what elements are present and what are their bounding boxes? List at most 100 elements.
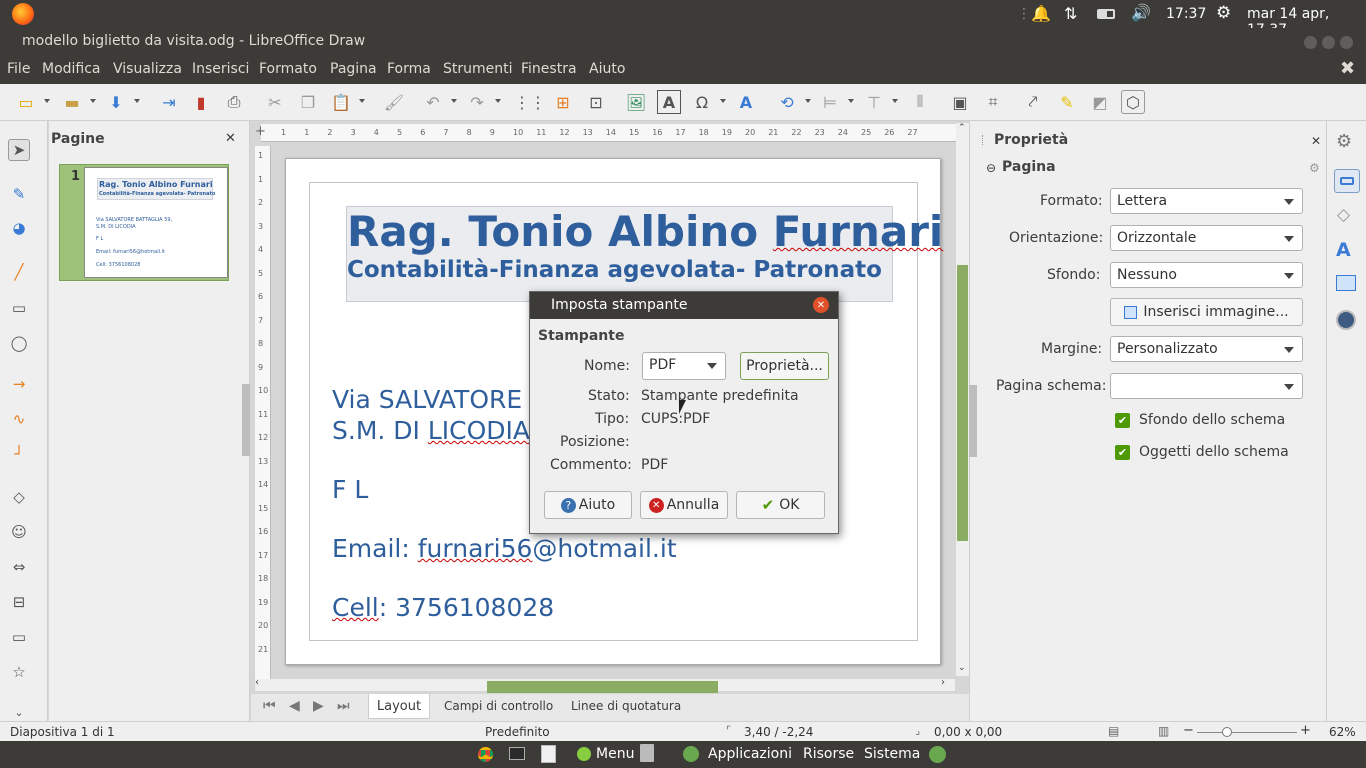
- sidebar-settings-icon[interactable]: ⚙: [1336, 131, 1352, 152]
- volume-icon[interactable]: 🔊: [1131, 3, 1151, 22]
- firefox-icon[interactable]: [12, 3, 34, 25]
- zoom-slider-handle[interactable]: [1222, 727, 1232, 737]
- shapes-deck-icon[interactable]: ◇: [1337, 205, 1350, 225]
- undo-icon[interactable]: ↶: [421, 90, 445, 114]
- master-page-select[interactable]: [1110, 373, 1303, 399]
- copy-icon[interactable]: ❐: [296, 90, 320, 114]
- system-status-icon[interactable]: [929, 746, 946, 763]
- points-icon[interactable]: ⤤: [1021, 90, 1045, 114]
- stars-icon[interactable]: ☆: [8, 661, 30, 683]
- applications-icon[interactable]: [683, 746, 699, 762]
- notification-icon[interactable]: 🔔: [1031, 4, 1051, 23]
- save-icon[interactable]: ⬇: [104, 90, 128, 114]
- insert-image-button[interactable]: Inserisci immagine...: [1110, 298, 1303, 326]
- shadow-icon[interactable]: ▣: [948, 90, 972, 114]
- transformations-icon[interactable]: ⟲: [775, 90, 799, 114]
- select-icon[interactable]: ➤: [8, 139, 30, 161]
- clock-time[interactable]: 17:37: [1166, 6, 1206, 22]
- previous-page-icon[interactable]: ◀: [289, 698, 300, 714]
- close-sidebar-icon[interactable]: ✕: [1311, 134, 1321, 148]
- navigator-deck-icon[interactable]: [1336, 310, 1356, 330]
- distribute-icon[interactable]: ⫴: [908, 90, 932, 114]
- terminal-icon[interactable]: [509, 747, 525, 760]
- scroll-up-icon[interactable]: ⌃: [958, 123, 966, 133]
- background-select[interactable]: Nessuno: [1110, 262, 1303, 288]
- gallery-deck-icon[interactable]: [1336, 275, 1356, 291]
- card-name[interactable]: Rag. Tonio Albino Furnari: [347, 207, 943, 256]
- battery-icon[interactable]: [1097, 9, 1115, 19]
- settings-gear-icon[interactable]: ⚙: [1216, 3, 1231, 23]
- network-icon[interactable]: ⇅: [1064, 4, 1077, 23]
- flowchart-icon[interactable]: ⊟: [8, 591, 30, 613]
- tab-layout[interactable]: Layout: [368, 694, 430, 719]
- files-icon[interactable]: [541, 745, 556, 763]
- dialog-close-icon[interactable]: ✕: [813, 297, 829, 313]
- help-button[interactable]: ? Aiuto: [544, 491, 632, 519]
- scroll-down-icon[interactable]: ⌄: [958, 663, 966, 673]
- vertical-scrollbar[interactable]: ⌃ ⌄: [956, 123, 969, 676]
- mint-menu-icon[interactable]: [577, 747, 591, 761]
- show-draw-functions-icon[interactable]: ⬡: [1121, 90, 1145, 114]
- page-thumbnail[interactable]: 1 Rag. Tonio Albino Furnari Contabilità-…: [59, 164, 229, 281]
- callouts-icon[interactable]: ▭: [8, 626, 30, 648]
- format-select[interactable]: Lettera: [1110, 188, 1303, 214]
- tab-dimension-lines[interactable]: Linee di quotatura: [571, 699, 681, 713]
- menu-inserisci[interactable]: Inserisci: [192, 61, 249, 77]
- new-document-icon[interactable]: ▭: [14, 90, 38, 114]
- card-subtitle[interactable]: Contabilità-Finanza agevolata- Patronato: [347, 257, 882, 283]
- margin-select[interactable]: Personalizzato: [1110, 336, 1303, 362]
- arrange-icon[interactable]: ⊤: [862, 90, 886, 114]
- master-background-label[interactable]: Sfondo dello schema: [1139, 412, 1285, 428]
- line-color-icon[interactable]: ✎: [8, 183, 30, 205]
- curves-icon[interactable]: ∿: [8, 408, 30, 430]
- master-objects-label[interactable]: Oggetti dello schema: [1139, 444, 1289, 460]
- scroll-left-icon[interactable]: ‹: [255, 677, 259, 688]
- printer-name-select[interactable]: PDF: [642, 352, 726, 380]
- sidebar-grip[interactable]: [982, 135, 985, 145]
- card-email[interactable]: Email: furnari56@hotmail.it: [332, 534, 677, 563]
- scroll-right-icon[interactable]: ›: [941, 677, 945, 688]
- close-pages-panel-icon[interactable]: ✕: [225, 131, 236, 146]
- menu-pagina[interactable]: Pagina: [330, 61, 377, 77]
- clone-formatting-icon[interactable]: 🖌: [382, 90, 406, 114]
- ellipse-icon[interactable]: ◯: [8, 332, 30, 354]
- close-window-icon[interactable]: [1340, 36, 1353, 49]
- cut-icon[interactable]: ✂: [263, 90, 287, 114]
- rectangle-icon[interactable]: ▭: [8, 297, 30, 319]
- helplines-icon[interactable]: ⊞: [551, 90, 575, 114]
- right-pane-collapse-handle[interactable]: [969, 385, 977, 457]
- card-address-line1[interactable]: Via SALVATORE: [332, 385, 522, 414]
- master-objects-checkbox[interactable]: ✔: [1115, 445, 1130, 460]
- last-page-icon[interactable]: ⏭: [337, 698, 350, 714]
- close-document-icon[interactable]: ✖: [1340, 58, 1355, 79]
- document-modified-icon[interactable]: ▤: [1108, 724, 1119, 738]
- places-menu[interactable]: Risorse: [803, 746, 854, 762]
- section-title[interactable]: Pagina: [1002, 159, 1056, 175]
- zoom-in-icon[interactable]: +: [1300, 723, 1311, 738]
- fill-color-icon[interactable]: ◕: [8, 217, 30, 239]
- card-cell[interactable]: Cell: 3756108028: [332, 593, 554, 622]
- menu-formato[interactable]: Formato: [259, 61, 317, 77]
- master-background-checkbox[interactable]: ✔: [1115, 413, 1130, 428]
- lines-arrows-icon[interactable]: →: [8, 373, 30, 395]
- redo-icon[interactable]: ↷: [465, 90, 489, 114]
- collapse-section-icon[interactable]: ⊖: [986, 161, 996, 175]
- fontwork-icon[interactable]: A: [734, 90, 758, 114]
- insert-textbox-icon[interactable]: A: [657, 90, 681, 114]
- zoom-out-icon[interactable]: −: [1183, 723, 1194, 738]
- line-icon[interactable]: ╱: [8, 261, 30, 283]
- section-more-options-icon[interactable]: ⚙: [1309, 161, 1320, 175]
- card-fl[interactable]: F L: [332, 475, 368, 504]
- block-arrows-icon[interactable]: ⇔: [8, 556, 30, 578]
- grid-icon[interactable]: ⋮⋮: [514, 90, 546, 114]
- export-icon[interactable]: ⇥: [157, 90, 181, 114]
- orientation-select[interactable]: Orizzontale: [1110, 225, 1303, 251]
- properties-deck-icon[interactable]: [1334, 169, 1360, 193]
- menu-modifica[interactable]: Modifica: [42, 61, 101, 77]
- menu-finestra[interactable]: Finestra: [521, 61, 577, 77]
- open-folder-icon[interactable]: ▬: [60, 90, 84, 114]
- minimize-icon[interactable]: [1304, 36, 1317, 49]
- connectors-icon[interactable]: ┘: [8, 443, 30, 465]
- basic-shapes-icon[interactable]: ◇: [8, 486, 30, 508]
- paste-icon[interactable]: 📋: [329, 90, 353, 114]
